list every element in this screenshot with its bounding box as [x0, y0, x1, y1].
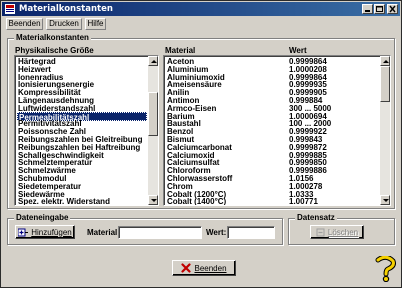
material-row[interactable]: Cobalt (1400°C) 1.00771 [164, 197, 378, 206]
minimize-button[interactable] [362, 4, 373, 14]
value-input[interactable] [227, 226, 275, 239]
arrow-up-icon [383, 60, 389, 63]
arrow-up-icon [151, 60, 157, 63]
delete-button-label: Löschen [327, 227, 359, 237]
materials-scroll-thumb[interactable] [380, 66, 390, 102]
app-icon [5, 4, 15, 14]
quantity-column-header: Physikalische Größe [15, 46, 94, 55]
main-window: Materialkonstanten Beenden Drucken Hilfe… [0, 0, 402, 288]
materials-scroll-up[interactable] [380, 56, 390, 66]
close-window-button[interactable] [387, 4, 398, 14]
material-input[interactable] [118, 226, 202, 239]
data-input-group-label: Dateneingabe [14, 213, 71, 223]
material-value-cell: 1.00771 [289, 197, 318, 206]
maximize-button[interactable] [374, 4, 385, 14]
material-constants-group-label: Materialkonstanten [14, 33, 91, 43]
quantity-scrollbar[interactable] [148, 56, 158, 205]
material-label: Material: [87, 228, 120, 237]
menu-beenden[interactable]: Beenden [6, 18, 43, 30]
close-x-icon [181, 263, 192, 273]
materials-listbox[interactable]: Aceton 0.9999864 Aluminium 1.0000208 Alumini… [163, 55, 391, 206]
add-button-label: Hinzufügen [31, 227, 72, 237]
close-icon [389, 5, 396, 13]
delete-icon [316, 228, 325, 236]
close-button[interactable]: Beenden [172, 260, 236, 276]
arrow-down-icon [151, 199, 157, 202]
close-button-label: Beenden [194, 263, 227, 273]
material-name-cell: Cobalt (1400°C) [167, 197, 227, 206]
quantity-scroll-thumb[interactable] [148, 92, 158, 136]
add-button[interactable]: Hinzufügen [15, 225, 75, 239]
minimize-icon [365, 10, 370, 12]
quantity-scroll-up[interactable] [148, 56, 158, 66]
materials-scroll-down[interactable] [380, 195, 390, 205]
menu-drucken[interactable]: Drucken [46, 18, 82, 30]
arrow-down-icon [383, 199, 389, 202]
window-title: Materialkonstanten [19, 4, 113, 14]
title-bar: Materialkonstanten [2, 2, 400, 16]
value-column-header: Wert [289, 46, 307, 55]
quantity-list-item[interactable]: Spez. elektr. Widerstand [17, 197, 147, 205]
value-label: Wert: [206, 228, 227, 237]
menu-hilfe[interactable]: Hilfe [85, 18, 106, 30]
help-icon[interactable] [375, 256, 397, 282]
record-group-label: Datensatz [295, 213, 337, 223]
quantity-scroll-down[interactable] [148, 195, 158, 205]
delete-button[interactable]: Löschen [310, 225, 364, 239]
material-column-header: Material [165, 46, 196, 55]
add-icon [18, 228, 29, 236]
materials-scrollbar[interactable] [380, 56, 390, 205]
quantity-listbox[interactable]: Härtegrad Heizwert Ionenradius Ionisierungs… [14, 55, 159, 206]
maximize-icon [376, 6, 383, 12]
